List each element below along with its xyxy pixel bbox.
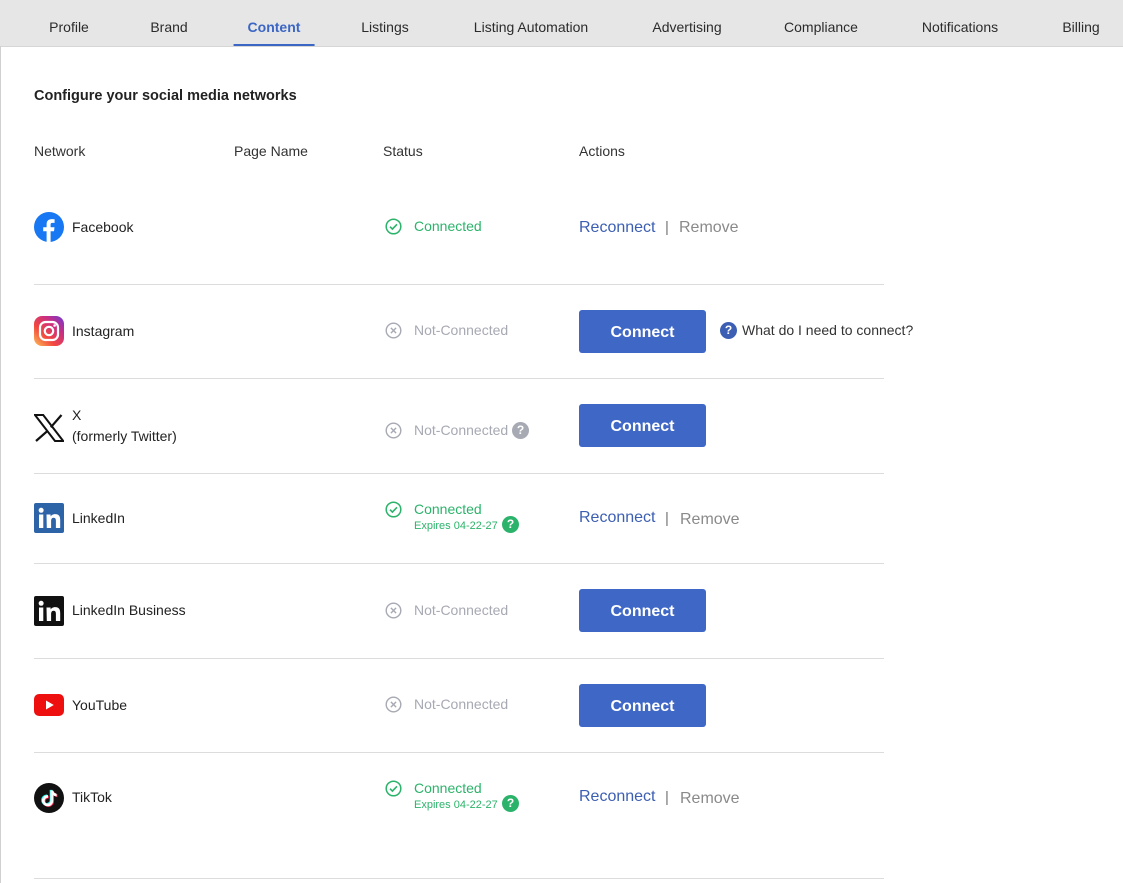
status-text: Not-Connected bbox=[414, 322, 509, 338]
panel-border bbox=[0, 46, 1, 883]
x-circle-icon bbox=[385, 322, 402, 342]
check-circle-icon bbox=[385, 780, 402, 800]
reconnect-link[interactable]: Reconnect bbox=[579, 219, 656, 237]
connect-button[interactable]: Connect bbox=[579, 404, 706, 447]
action-separator: | bbox=[665, 219, 669, 236]
tab-billing[interactable]: Billing bbox=[1062, 0, 1099, 46]
expiration-date: Expires 04-22-27 bbox=[414, 799, 498, 811]
status-text: Not-Connected bbox=[414, 422, 509, 438]
column-header-network: Network bbox=[34, 143, 86, 159]
help-icon[interactable]: ? bbox=[502, 795, 519, 812]
status-text: Connected bbox=[414, 218, 482, 234]
x-circle-icon bbox=[385, 696, 402, 716]
tab-advertising[interactable]: Advertising bbox=[652, 0, 721, 46]
row-divider bbox=[34, 563, 884, 564]
tab-compliance[interactable]: Compliance bbox=[784, 0, 858, 46]
column-header-status: Status bbox=[383, 143, 423, 159]
youtube-icon bbox=[34, 694, 64, 721]
column-header-actions: Actions bbox=[579, 143, 625, 159]
linkedin-icon bbox=[34, 503, 64, 538]
x-circle-icon bbox=[385, 422, 402, 442]
row-divider bbox=[34, 658, 884, 659]
status-text: Connected bbox=[414, 780, 482, 796]
status-text: Not-Connected bbox=[414, 602, 509, 618]
check-circle-icon bbox=[385, 218, 402, 238]
tab-listings[interactable]: Listings bbox=[361, 0, 408, 46]
reconnect-link[interactable]: Reconnect bbox=[579, 509, 656, 527]
expiration-date: Expires 04-22-27 bbox=[414, 520, 498, 532]
row-divider bbox=[34, 752, 884, 753]
connect-button[interactable]: Connect bbox=[579, 310, 706, 353]
tab-notifications[interactable]: Notifications bbox=[922, 0, 998, 46]
network-subname: (formerly Twitter) bbox=[72, 428, 177, 444]
column-header-page-name: Page Name bbox=[234, 143, 308, 159]
active-tab-underline bbox=[233, 44, 315, 46]
tab-listing-automation[interactable]: Listing Automation bbox=[474, 0, 588, 46]
instagram-icon bbox=[34, 316, 64, 351]
network-name: X bbox=[72, 407, 82, 423]
tab-profile[interactable]: Profile bbox=[49, 0, 89, 46]
network-name: LinkedIn Business bbox=[72, 602, 186, 618]
remove-link[interactable]: Remove bbox=[680, 790, 740, 808]
help-icon[interactable]: ? bbox=[502, 516, 519, 533]
tab-content[interactable]: Content bbox=[233, 0, 315, 46]
connect-help-link[interactable]: What do I need to connect? bbox=[742, 322, 913, 338]
network-name: Facebook bbox=[72, 219, 134, 235]
tiktok-icon bbox=[34, 783, 64, 818]
action-separator: | bbox=[665, 789, 669, 806]
reconnect-link[interactable]: Reconnect bbox=[579, 788, 656, 806]
network-name: Instagram bbox=[72, 323, 135, 339]
remove-link[interactable]: Remove bbox=[679, 219, 739, 237]
network-name: TikTok bbox=[72, 789, 112, 805]
settings-tab-bar: Profile Brand Content Listings Listing A… bbox=[0, 0, 1123, 47]
row-divider bbox=[34, 878, 884, 879]
status-text: Connected bbox=[414, 501, 482, 517]
status-text: Not-Connected bbox=[414, 696, 509, 712]
section-title: Configure your social media networks bbox=[34, 88, 297, 104]
tab-brand[interactable]: Brand bbox=[150, 0, 187, 46]
check-circle-icon bbox=[385, 501, 402, 521]
row-divider bbox=[34, 378, 884, 379]
row-divider bbox=[34, 473, 884, 474]
network-name: LinkedIn bbox=[72, 510, 125, 526]
remove-link[interactable]: Remove bbox=[680, 511, 740, 529]
tab-content-label: Content bbox=[247, 19, 301, 35]
action-separator: | bbox=[665, 510, 669, 527]
facebook-icon bbox=[34, 212, 64, 247]
connect-button[interactable]: Connect bbox=[579, 589, 706, 632]
x-circle-icon bbox=[385, 602, 402, 622]
network-name: YouTube bbox=[72, 697, 128, 713]
row-divider bbox=[34, 284, 884, 285]
help-icon[interactable]: ? bbox=[512, 422, 529, 439]
x-logo-icon bbox=[32, 414, 66, 447]
linkedin-business-icon bbox=[34, 596, 64, 631]
connect-button[interactable]: Connect bbox=[579, 684, 706, 727]
help-icon[interactable]: ? bbox=[720, 322, 737, 339]
